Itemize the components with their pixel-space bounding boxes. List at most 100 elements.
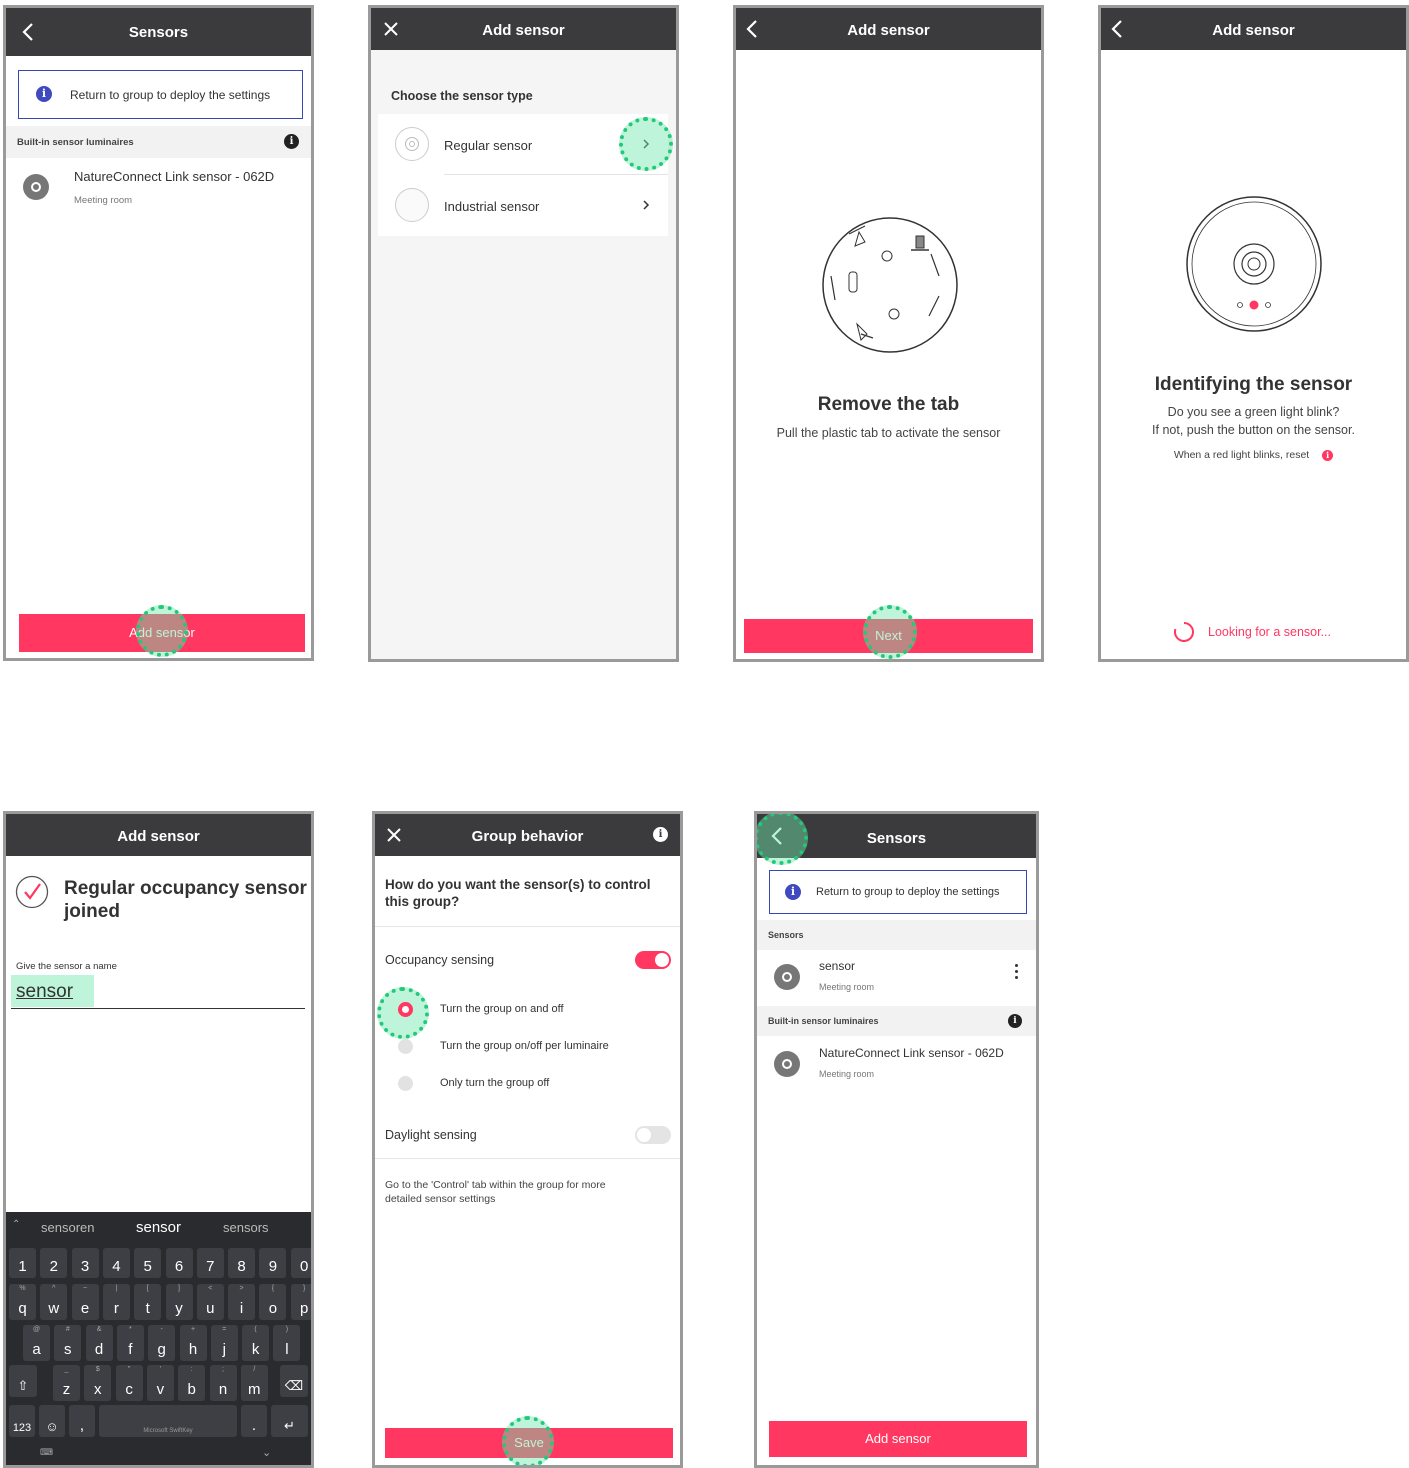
step-line-1: Do you see a green light blink? (1167, 405, 1340, 419)
suggestion-item[interactable]: sensor (136, 1219, 181, 1236)
suggestion-item[interactable]: sensoren (41, 1220, 94, 1235)
keyboard-key[interactable]: 7 (196, 1248, 224, 1278)
radio-label: Turn the group on/off per luminaire (440, 1040, 609, 1052)
key-secondary-label: | (115, 1285, 118, 1292)
key-label: 5 (143, 1258, 152, 1275)
keyboard-key[interactable]: > i (228, 1284, 256, 1320)
key-secondary-label: & (96, 1326, 102, 1333)
keyboard-key[interactable]: & d (85, 1325, 113, 1361)
key-label: 7 (206, 1258, 215, 1275)
keyboard-key[interactable]: :b (178, 1365, 206, 1401)
keyboard-key[interactable]: | r (102, 1284, 130, 1320)
app-header: Group behavior i (375, 814, 680, 856)
space-bar[interactable]: Microsoft SwiftKey (99, 1405, 237, 1437)
screen-choose-type: Add sensor Choose the sensor type Regula… (368, 5, 679, 662)
list-item[interactable]: sensor Meeting room (757, 954, 1036, 1004)
info-icon[interactable]: i (1008, 1014, 1022, 1028)
keyboard-key[interactable]: # s (54, 1325, 82, 1361)
keyboard-key[interactable]: 2 (40, 1248, 68, 1278)
radio-button[interactable] (398, 1076, 413, 1091)
sensor-back-illustration (822, 217, 958, 353)
keyboard-key[interactable]: $ x (84, 1365, 112, 1401)
keyboard-key[interactable]: / m (240, 1365, 268, 1401)
keyboard-key[interactable]: + h (179, 1325, 207, 1361)
keyboard-key[interactable]: 1 (9, 1248, 36, 1278)
daylight-toggle[interactable] (635, 1126, 671, 1144)
keyboard-key[interactable]: _ z (53, 1365, 80, 1401)
keyboard-key[interactable]: * f (116, 1325, 144, 1361)
key-secondary-label: * (129, 1326, 132, 1333)
info-text: Return to group to deploy the settings (70, 88, 271, 102)
radio-button[interactable] (398, 1039, 413, 1054)
keyboard-key[interactable]: -g (148, 1325, 176, 1361)
keyboard-key[interactable]: = j (210, 1325, 238, 1361)
keyboard-key[interactable]: 9 (259, 1248, 287, 1278)
keyboard-key[interactable]: (k (242, 1325, 270, 1361)
app-header: Add sensor (6, 814, 311, 856)
keyboard-key[interactable]: 5 (134, 1248, 162, 1278)
key-label: g (157, 1341, 166, 1358)
comma-key[interactable]: , (69, 1405, 95, 1437)
keyboard-key[interactable]: [t (134, 1284, 162, 1320)
section-header: Sensors (757, 920, 1036, 950)
keyboard-key[interactable]: ] y (165, 1284, 193, 1320)
tap-highlight (757, 814, 808, 865)
enter-key[interactable]: ↵ (271, 1405, 308, 1437)
keyboard-key[interactable]: 3 (71, 1248, 99, 1278)
info-icon[interactable]: i (284, 134, 299, 149)
info-icon[interactable]: i (653, 827, 668, 842)
section-title: Built-in sensor luminaires (17, 137, 134, 148)
reset-hint-text: When a red light blinks, reset (1173, 449, 1310, 461)
item-name: sensor (819, 959, 856, 973)
keyboard-key[interactable]: < u (196, 1284, 224, 1320)
key-label: h (188, 1341, 198, 1358)
tap-highlight (863, 605, 917, 659)
keyboard-key[interactable]: ^ w (40, 1284, 68, 1320)
option-industrial-sensor[interactable]: Industrial sensor (378, 175, 668, 236)
keyboard-key[interactable]: ) l (273, 1325, 301, 1361)
key-secondary-label: + (190, 1326, 196, 1333)
emoji-key[interactable]: ☺ (39, 1405, 65, 1437)
radio-button[interactable] (398, 1002, 413, 1017)
suggestion-item[interactable]: sensors (223, 1220, 269, 1235)
screen-remove-tab: Add sensor Remove the tab Pull the plast… (733, 5, 1044, 662)
key-secondary-label: % (19, 1285, 26, 1292)
occupancy-toggle[interactable] (635, 951, 671, 969)
list-item[interactable]: NatureConnect Link sensor - 062D Meeting… (757, 1041, 1036, 1091)
key-secondary-label: = (222, 1326, 227, 1333)
suggestion-bar: ⌃ sensoren sensor sensors (6, 1212, 311, 1244)
keyboard-key[interactable]: } p (290, 1284, 311, 1320)
list-item[interactable]: NatureConnect Link sensor - 062D Meeting… (6, 163, 311, 213)
red-info-icon[interactable]: i (1322, 449, 1334, 461)
key-secondary-label: / (253, 1366, 256, 1373)
key-label: 0 (300, 1258, 309, 1275)
shift-key[interactable]: ⇧ (9, 1365, 37, 1397)
more-options-icon[interactable] (1014, 962, 1020, 984)
expand-icon[interactable]: ⌃ (12, 1219, 20, 1230)
sensor-name-input[interactable]: sensor (16, 981, 73, 1003)
keyboard-key[interactable]: 0 (290, 1248, 311, 1278)
add-sensor-button[interactable]: Add sensor (769, 1421, 1027, 1457)
period-key[interactable]: . (241, 1405, 267, 1437)
page-title: Sensors (128, 24, 189, 41)
tap-highlight (136, 605, 188, 657)
keyboard-key[interactable]: 4 (102, 1248, 130, 1278)
keyboard-key[interactable]: {o (259, 1284, 287, 1320)
keyboard-key[interactable]: ; n (209, 1365, 237, 1401)
keyboard-hide-icon[interactable]: ⌄ (262, 1446, 271, 1459)
numbers-key[interactable]: 123 (9, 1405, 35, 1437)
backspace-key[interactable]: ⌫ (280, 1365, 308, 1397)
keyboard-key[interactable]: 8 (228, 1248, 256, 1278)
keyboard-key[interactable]: ~ e (71, 1284, 99, 1320)
keyboard-key[interactable]: ' v (146, 1365, 174, 1401)
screen-sensors-list: Sensors i Return to group to deploy the … (754, 811, 1039, 1468)
keyboard-key[interactable]: 6 (165, 1248, 193, 1278)
option-label: Industrial sensor (444, 199, 540, 214)
chevron-right-icon[interactable] (640, 199, 652, 211)
key-secondary-label: < (208, 1285, 213, 1292)
keyboard-switch-icon[interactable]: ⌨ (40, 1447, 53, 1458)
keyboard-key[interactable]: @ a (23, 1325, 50, 1361)
radio-label: Only turn the group off (440, 1077, 550, 1089)
keyboard-key[interactable]: " c (115, 1365, 143, 1401)
keyboard-key[interactable]: % q (9, 1284, 36, 1320)
